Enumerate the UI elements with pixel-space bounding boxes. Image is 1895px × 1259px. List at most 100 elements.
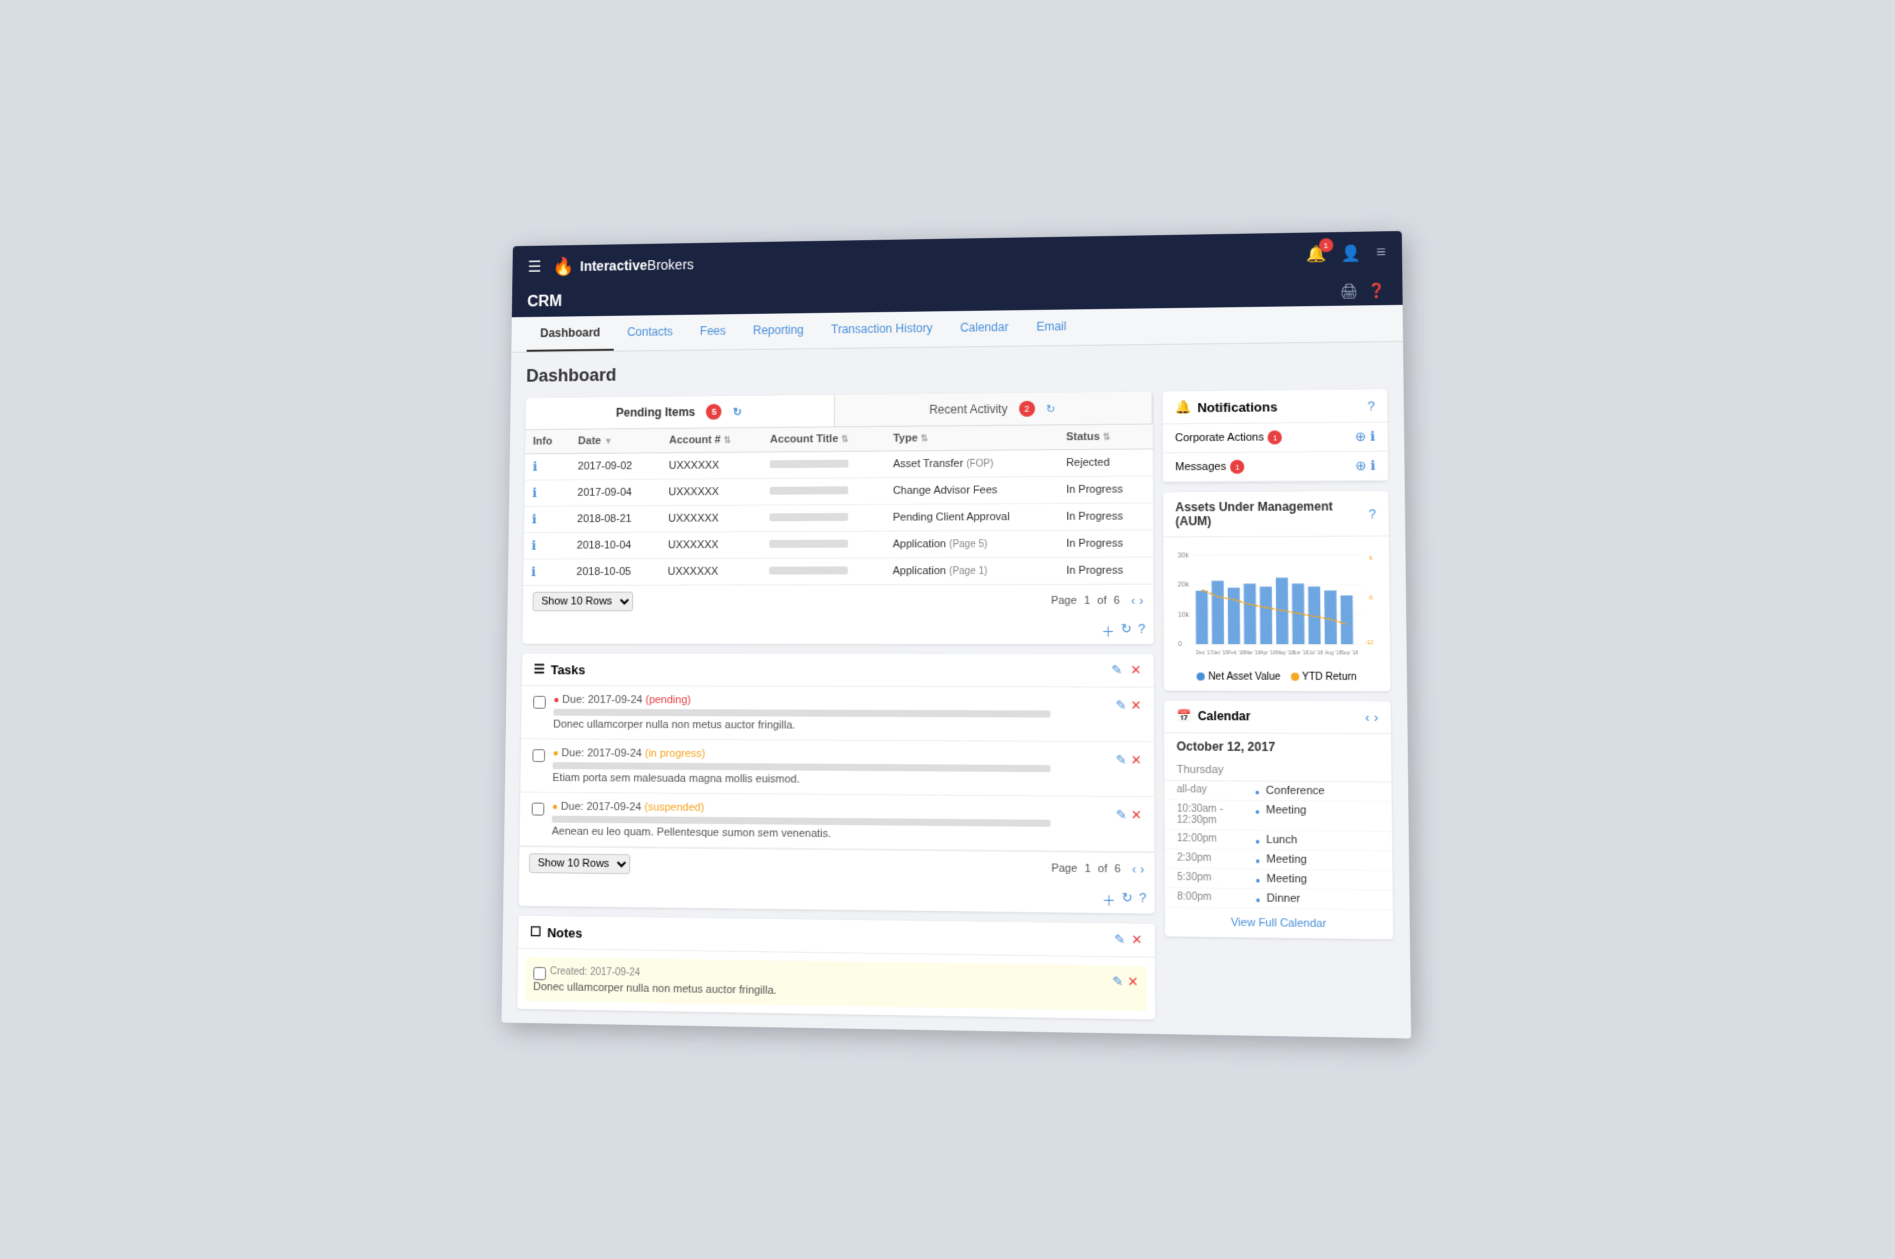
help-icon[interactable]: ❓	[1368, 281, 1386, 298]
col-date[interactable]: Date ▼	[570, 428, 661, 453]
task-edit-icon-2[interactable]: ✎	[1115, 807, 1126, 823]
recent-count-badge: 2	[1018, 400, 1034, 416]
notes-title: ☐ Notes	[529, 923, 582, 940]
tasks-rows-select[interactable]: Show 10 Rows	[528, 853, 629, 874]
legend-ytd-label: YTD Return	[1302, 671, 1357, 682]
task-item: ● Due: 2017-09-24 (pending) Donec ullamc…	[521, 685, 1154, 741]
row-account: UXXXXXX	[660, 478, 761, 505]
tasks-list-icon: ☰	[533, 661, 544, 677]
tasks-close-icon[interactable]: ✕	[1130, 662, 1141, 678]
notifications-help-icon[interactable]: ?	[1367, 397, 1375, 412]
notif-item-left-0: Corporate Actions 1	[1174, 430, 1281, 445]
svg-text:Jul '18: Jul '18	[1308, 650, 1323, 656]
legend-ytd: YTD Return	[1290, 671, 1356, 682]
pending-count-badge: 5	[706, 403, 722, 419]
menu-icon[interactable]: ≡	[1375, 244, 1385, 262]
table-row: ℹ 2018-10-04 UXXXXXX Application (Page 5…	[523, 529, 1153, 558]
task-delete-icon-2[interactable]: ✕	[1130, 807, 1141, 823]
prev-page-btn[interactable]: ‹	[1131, 593, 1135, 607]
tab-dashboard[interactable]: Dashboard	[526, 315, 613, 351]
tab-contacts[interactable]: Contacts	[613, 314, 686, 350]
help-icon[interactable]: ?	[1138, 620, 1145, 639]
tasks-add-icon[interactable]: ＋	[1102, 889, 1115, 909]
cal-dot-2: ●	[1255, 836, 1260, 845]
user-icon[interactable]: 👤	[1341, 243, 1362, 263]
tab-reporting[interactable]: Reporting	[739, 313, 817, 349]
tasks-help-icon[interactable]: ?	[1139, 889, 1146, 909]
task-delete-icon-0[interactable]: ✕	[1130, 697, 1141, 713]
note-delete-icon-0[interactable]: ✕	[1127, 973, 1138, 990]
pending-refresh-icon[interactable]: ↻	[732, 405, 741, 418]
aum-legend: Net Asset Value YTD Return	[1176, 671, 1378, 683]
recent-activity-tab[interactable]: Recent Activity 2 ↻	[834, 391, 1152, 426]
task-checkbox-1[interactable]	[532, 749, 545, 762]
task-text-line-2	[551, 815, 1050, 826]
row-info[interactable]: ℹ	[524, 453, 570, 480]
recent-refresh-icon[interactable]: ↻	[1046, 402, 1055, 415]
col-status[interactable]: Status ⇅	[1057, 424, 1152, 449]
col-type[interactable]: Type ⇅	[885, 425, 1058, 451]
cal-next-btn[interactable]: ›	[1373, 709, 1378, 724]
col-account[interactable]: Account # ⇅	[661, 427, 762, 452]
bell-icon: 🔔	[1174, 399, 1190, 415]
pending-items-tab[interactable]: Pending Items 5 ↻	[525, 394, 834, 428]
pending-pagination: Page 1 of 6 ‹ ›	[1050, 593, 1142, 607]
tasks-prev-btn[interactable]: ‹	[1132, 862, 1136, 876]
task-edit-icon-0[interactable]: ✎	[1115, 697, 1126, 713]
tasks-refresh-icon[interactable]: ↻	[1121, 889, 1132, 909]
cal-time-1: 10:30am - 12:30pm	[1176, 803, 1248, 826]
task-delete-icon-1[interactable]: ✕	[1130, 752, 1141, 768]
task-item: ● Due: 2017-09-24 (suspended) Aenean eu …	[519, 792, 1154, 852]
svg-text:May '18: May '18	[1276, 650, 1294, 656]
tab-email[interactable]: Email	[1022, 309, 1080, 345]
tab-fees[interactable]: Fees	[686, 314, 739, 350]
notes-close-icon[interactable]: ✕	[1131, 931, 1142, 948]
tab-transaction-history[interactable]: Transaction History	[817, 311, 946, 348]
row-info[interactable]: ℹ	[524, 506, 570, 533]
row-type: Change Advisor Fees	[884, 476, 1057, 504]
aum-help-icon[interactable]: ?	[1368, 505, 1376, 520]
notif-action-btn-0[interactable]: ⊕	[1354, 428, 1365, 444]
row-account: UXXXXXX	[660, 531, 762, 558]
view-full-calendar-btn[interactable]: View Full Calendar	[1164, 907, 1392, 939]
col-title[interactable]: Account Title ⇅	[762, 426, 885, 451]
task-actions-2: ✎ ✕	[1115, 807, 1141, 824]
note-checkbox-0[interactable]	[533, 966, 546, 979]
left-col: Pending Items 5 ↻ Recent Activity 2 ↻	[517, 391, 1155, 1019]
cal-prev-btn[interactable]: ‹	[1364, 709, 1369, 724]
next-page-btn[interactable]: ›	[1139, 593, 1143, 607]
task-checkbox-2[interactable]	[531, 802, 544, 815]
notification-bell-icon[interactable]: 🔔 1	[1306, 244, 1326, 264]
top-nav-left: ☰ 🔥 InteractiveBrokers	[527, 254, 693, 277]
notifications-panel: 🔔 Notifications ? Corporate Actions 1 ⊕ …	[1162, 389, 1387, 482]
tab-calendar[interactable]: Calendar	[946, 310, 1022, 346]
row-info[interactable]: ℹ	[524, 479, 570, 506]
svg-text:-6: -6	[1367, 595, 1372, 601]
tasks-next-btn[interactable]: ›	[1140, 862, 1144, 876]
task-content-1: ● Due: 2017-09-24 (in progress) Etiam po…	[552, 747, 1107, 787]
refresh-icon[interactable]: ↻	[1120, 620, 1131, 639]
note-edit-icon-0[interactable]: ✎	[1112, 973, 1123, 990]
print-icon[interactable]: 🖨	[1339, 282, 1357, 299]
page-title: Dashboard	[526, 356, 1387, 386]
rows-per-page-select[interactable]: Show 10 Rows	[532, 591, 633, 611]
calendar-event: 2:30pm ● Meeting	[1164, 848, 1392, 870]
row-info[interactable]: ℹ	[523, 532, 569, 559]
task-edit-icon-1[interactable]: ✎	[1115, 752, 1126, 768]
tasks-header: ☰ Tasks ✎ ✕	[521, 653, 1153, 687]
calendar-panel: 📅 Calendar ‹ › October 12, 2017 Thursday…	[1164, 700, 1393, 939]
notes-edit-icon[interactable]: ✎	[1114, 931, 1125, 948]
notif-action-btn-1[interactable]: ⊕	[1355, 457, 1366, 473]
add-icon[interactable]: ＋	[1101, 620, 1114, 639]
tasks-edit-icon[interactable]: ✎	[1111, 662, 1122, 678]
row-info[interactable]: ℹ	[523, 558, 569, 584]
row-type: Application (Page 5)	[884, 530, 1057, 558]
notif-item-left-1: Messages 1	[1175, 459, 1244, 474]
notif-info-btn-1[interactable]: ℹ	[1370, 457, 1375, 473]
task-content-0: ● Due: 2017-09-24 (pending) Donec ullamc…	[553, 693, 1107, 732]
hamburger-icon[interactable]: ☰	[527, 257, 541, 276]
notif-info-btn-0[interactable]: ℹ	[1370, 428, 1375, 444]
top-nav-right: 🔔 1 👤 ≡	[1306, 243, 1385, 264]
task-checkbox-0[interactable]	[533, 695, 546, 708]
svg-text:-12: -12	[1364, 640, 1373, 646]
